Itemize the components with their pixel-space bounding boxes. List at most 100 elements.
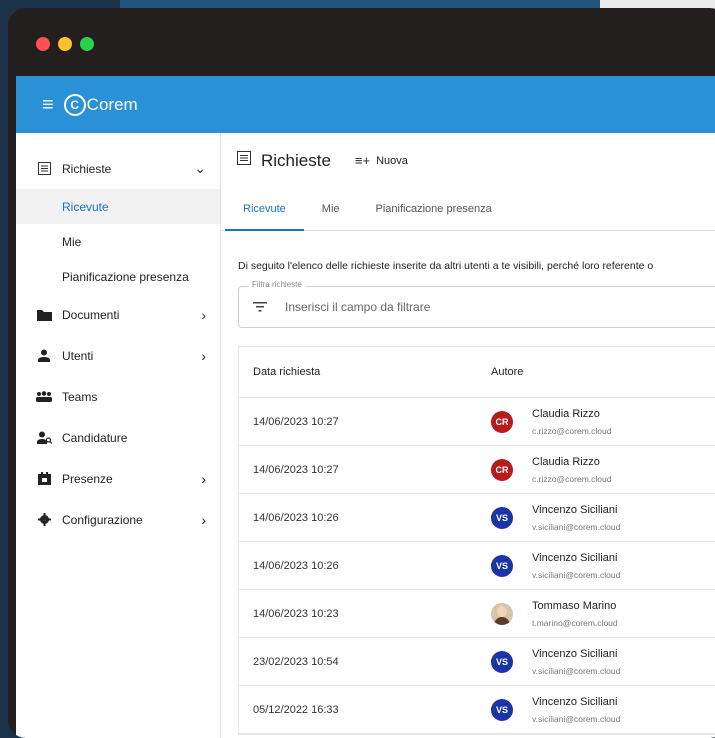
author-cell: VS Vincenzo Siciliani v.siciliani@corem.cl… [491,552,620,580]
sidebar-item-label: Configurazione [62,512,143,527]
sidebar-item-presenze[interactable]: Presenze › [16,458,220,499]
tab-pianificazione[interactable]: Pianificazione presenza [358,188,510,230]
calendar-icon [36,471,52,487]
tab-mie[interactable]: Mie [304,188,358,230]
filter-icon [253,299,267,315]
chevron-right-icon: › [201,511,206,528]
requests-table: Data richiesta Autore 14/06/2023 10:27 CR… [238,346,715,735]
avatar: VS [491,506,513,529]
maximize-window-button[interactable] [80,37,94,51]
browser-window: ≡ C Corem Richieste ⌄ Ricevute Mie Piani… [8,8,715,738]
author-name: Vincenzo Siciliani [532,647,618,660]
author-name: Claudia Rizzo [532,407,600,420]
avatar [491,602,513,625]
request-date: 14/06/2023 10:23 [253,607,339,620]
page-title: Richieste [261,150,331,170]
new-request-button[interactable]: ≡+ Nuova [355,153,408,168]
column-header-author[interactable]: Autore [491,366,523,378]
author-email: c.rizzo@corem.cloud [532,425,612,436]
menu-icon[interactable]: ≡ [42,95,54,115]
sidebar-item-label: Richieste [62,161,112,176]
avatar: CR [491,410,513,433]
author-email: v.siciliani@corem.cloud [532,521,621,532]
request-date: 14/06/2023 10:27 [253,415,339,428]
chevron-down-icon: ⌄ [194,160,206,176]
new-button-label: Nuova [376,154,408,167]
filter-label: Filtra richieste [249,280,305,289]
corem-logo-icon: C [63,93,86,116]
author-email: t.marino@corem.cloud [532,617,618,628]
logo-text: Corem [86,94,138,114]
author-name: Vincenzo Siciliani [532,695,618,708]
close-window-button[interactable] [36,37,50,51]
author-cell: VS Vincenzo Siciliani v.siciliani@corem.cl… [491,648,620,676]
add-list-icon: ≡+ [354,153,371,168]
chevron-right-icon: › [201,347,206,364]
candidature-icon [36,430,52,446]
sidebar-subitem-ricevute[interactable]: Ricevute [16,189,220,224]
author-name: Vincenzo Siciliani [532,503,618,516]
request-date: 14/06/2023 10:27 [253,463,339,476]
tabs-bar: Ricevute Mie Pianificazione presenza [221,188,715,231]
sidebar-item-label: Documenti [62,307,120,322]
table-row[interactable]: 14/06/2023 10:26 VS Vincenzo Siciliani v.si… [239,494,715,542]
avatar: VS [491,698,513,721]
request-date: 05/12/2022 16:33 [253,703,339,716]
column-header-date[interactable]: Data richiesta [239,366,491,378]
gear-icon [36,512,52,528]
teams-icon [36,389,52,405]
request-date: 14/06/2023 10:26 [253,511,339,524]
chevron-right-icon: › [201,306,206,323]
sidebar-item-documenti[interactable]: Documenti › [16,294,220,335]
app-content: ≡ C Corem Richieste ⌄ Ricevute Mie Piani… [16,76,715,738]
sidebar-item-teams[interactable]: Teams [16,376,220,417]
avatar: VS [491,650,513,673]
sidebar-item-label: Utenti [62,348,94,363]
author-email: c.rizzo@corem.cloud [532,473,612,484]
user-icon [36,348,52,364]
table-row[interactable]: 14/06/2023 10:27 CR Claudia Rizzo c.rizzo@c… [239,398,715,446]
table-row[interactable]: 14/06/2023 10:23 Tommaso Marino t.marino@c… [239,590,715,638]
author-cell: Tommaso Marino t.marino@corem.cloud [491,600,618,628]
author-cell: VS Vincenzo Siciliani v.siciliani@corem.cl… [491,504,620,532]
author-email: v.siciliani@corem.cloud [532,713,621,724]
chevron-right-icon: › [201,470,206,487]
author-cell: VS Vincenzo Siciliani v.siciliani@corem.cl… [491,696,620,724]
list-icon [36,161,52,177]
tab-ricevute[interactable]: Ricevute [225,188,304,231]
author-email: v.siciliani@corem.cloud [532,569,621,580]
request-date: 14/06/2023 10:26 [253,559,339,572]
sidebar-item-label: Candidature [62,430,128,445]
filter-field[interactable]: Filtra richieste [238,280,715,328]
minimize-window-button[interactable] [58,37,72,51]
sidebar-item-label: Teams [62,389,98,404]
app-header: ≡ C Corem [16,76,715,133]
filter-input[interactable] [283,299,687,315]
sidebar-subitem-mie[interactable]: Mie [16,224,220,259]
sidebar-item-utenti[interactable]: Utenti › [16,335,220,376]
table-row[interactable]: 14/06/2023 10:26 VS Vincenzo Siciliani v.si… [239,542,715,590]
page-description: Di seguito l'elenco delle richieste inse… [238,260,654,272]
author-cell: CR Claudia Rizzo c.rizzo@corem.cloud [491,456,611,484]
avatar: VS [491,554,513,577]
request-date: 23/02/2023 10:54 [253,655,339,668]
author-cell: CR Claudia Rizzo c.rizzo@corem.cloud [491,408,611,436]
author-name: Vincenzo Siciliani [532,551,618,564]
main-content: Richieste ≡+ Nuova Ricevute Mie Pianific… [221,133,715,738]
author-name: Claudia Rizzo [532,455,600,468]
sidebar: Richieste ⌄ Ricevute Mie Pianificazione … [16,133,221,738]
sidebar-subitem-pianificazione[interactable]: Pianificazione presenza [16,259,220,294]
page-header: Richieste ≡+ Nuova [221,133,715,188]
table-row[interactable]: 14/06/2023 10:27 CR Claudia Rizzo c.rizzo@c… [239,446,715,494]
sidebar-item-richieste[interactable]: Richieste ⌄ [16,148,220,189]
table-row[interactable]: 23/02/2023 10:54 VS Vincenzo Siciliani v.si… [239,638,715,686]
sidebar-item-candidature[interactable]: Candidature [16,417,220,458]
avatar: CR [491,458,513,481]
sidebar-item-label: Presenze [62,471,113,486]
app-logo[interactable]: C Corem [63,93,138,116]
table-row[interactable]: 05/12/2022 16:33 VS Vincenzo Siciliani v.si… [239,686,715,734]
author-email: v.siciliani@corem.cloud [532,665,621,676]
table-header: Data richiesta Autore [239,347,715,398]
folder-icon [36,307,52,323]
sidebar-item-configurazione[interactable]: Configurazione › [16,499,220,540]
